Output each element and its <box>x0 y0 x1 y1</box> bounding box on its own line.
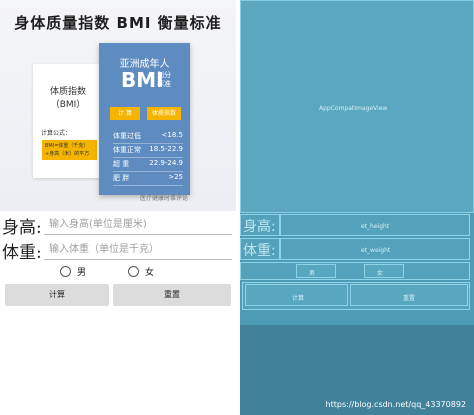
bmi-row-value: <18.5 <box>161 131 183 139</box>
bmi-standard-card: 亚洲成年人 BMI 划分 标准 计 算 体质指数 体重过低 <18.5 体重正常… <box>99 43 190 195</box>
watermark-text: 医疗健康时事评论 <box>140 195 189 202</box>
bmi-row-label: 体重过低 <box>113 132 141 140</box>
bmi-row-value: 18.5-22.9 <box>149 145 183 153</box>
bmi-row: 超 重 22.9-24.9 <box>113 159 183 172</box>
radio-circle-icon[interactable] <box>128 266 139 277</box>
weight-label: 体重: <box>2 243 42 263</box>
calc-button[interactable]: 计算 <box>5 284 109 306</box>
blueprint-radio-male[interactable]: 男 <box>296 264 336 278</box>
layout-blueprint: AppCompatImageView 身高: et_height 体重: et_… <box>240 0 474 415</box>
blueprint-weight-input[interactable]: et_weight <box>280 238 470 260</box>
blueprint-height-input[interactable]: et_height <box>280 214 470 236</box>
card-left-title: 体质指数 （BMI） <box>49 87 86 110</box>
bmi-row: 体重过低 <18.5 <box>113 131 183 144</box>
radio-male-label: 男 <box>77 268 87 278</box>
blueprint-empty-area: https://blog.csdn.net/qq_43370892 <box>240 325 474 415</box>
radio-male[interactable]: 男 <box>60 265 86 278</box>
radio-circle-icon[interactable] <box>60 266 71 277</box>
blueprint-calc-button[interactable]: 计算 <box>245 284 348 306</box>
radio-female[interactable]: 女 <box>128 265 154 278</box>
reset-button[interactable]: 重置 <box>113 284 231 306</box>
banner-title: 身体质量指数 BMI 衡量标准 <box>14 14 222 32</box>
bmi-row-value: >25 <box>168 173 183 181</box>
card-right-tag: 划分 标准 <box>157 71 171 88</box>
height-label: 身高: <box>2 218 42 238</box>
bmi-row: 肥 胖 >25 <box>113 173 183 186</box>
blueprint-image-label: AppCompatImageView <box>319 105 388 112</box>
bmi-row-label: 肥 胖 <box>113 174 130 182</box>
bmi-row-label: 体重正常 <box>113 146 141 154</box>
blueprint-weight-label: 体重: <box>240 238 280 260</box>
bmi-row-value: 22.9-24.9 <box>149 159 183 167</box>
blueprint-reset-button[interactable]: 重置 <box>350 284 468 306</box>
yellow-badge-index: 体质指数 <box>147 107 181 120</box>
radio-female-label: 女 <box>145 268 155 278</box>
csdn-watermark: https://blog.csdn.net/qq_43370892 <box>325 400 466 409</box>
bmi-definition-card: 体质指数 （BMI） 计算公式： BMI=体重（千克） ÷身高（米）的平方 <box>33 64 103 178</box>
bmi-row: 体重正常 18.5-22.9 <box>113 145 183 158</box>
bmi-row-label: 超 重 <box>113 160 130 168</box>
weight-row: 体重: 输入体重（单位是千克） <box>0 238 236 263</box>
formula-label: 计算公式： <box>41 130 72 137</box>
weight-input[interactable]: 输入体重（单位是千克） <box>44 242 232 260</box>
blueprint-image-view[interactable]: AppCompatImageView <box>240 0 474 213</box>
yellow-badge-calc: 计 算 <box>110 107 140 120</box>
height-input[interactable]: 输入身高(单位是厘米) <box>44 217 232 235</box>
app-preview: 身体质量指数 BMI 衡量标准 体质指数 （BMI） 计算公式： BMI=体重（… <box>0 0 236 415</box>
blueprint-radio-female[interactable]: 女 <box>364 264 404 278</box>
formula-text: BMI=体重（千克） ÷身高（米）的平方 <box>42 140 97 160</box>
blueprint-height-label: 身高: <box>240 214 280 236</box>
blueprint-radio-group <box>240 262 470 280</box>
height-row: 身高: 输入身高(单位是厘米) <box>0 213 236 238</box>
bmi-banner-image: 身体质量指数 BMI 衡量标准 体质指数 （BMI） 计算公式： BMI=体重（… <box>0 0 236 211</box>
